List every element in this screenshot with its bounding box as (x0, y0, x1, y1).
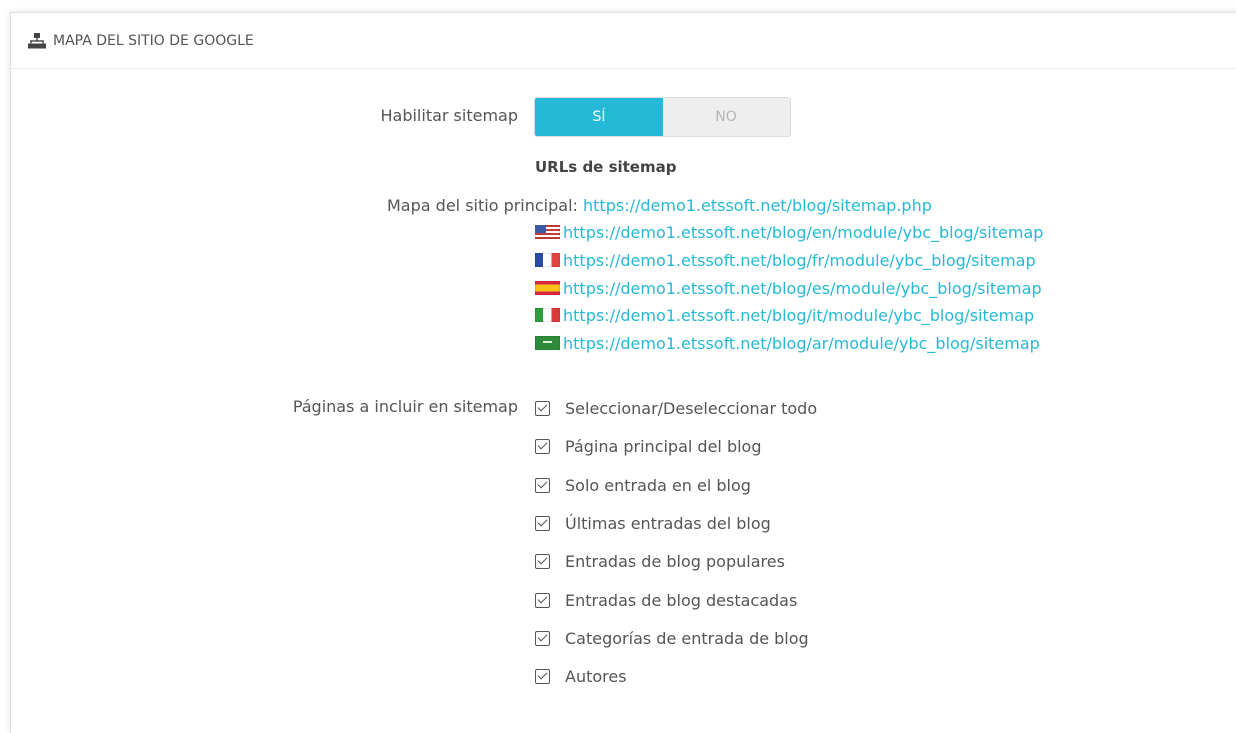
sitemap-link-fr[interactable]: https://demo1.etssoft.net/blog/fr/module… (563, 251, 1036, 270)
enable-sitemap-label: Habilitar sitemap (380, 106, 518, 125)
panel-heading: MAPA DEL SITIO DE GOOGLE (11, 13, 1236, 69)
option-label: Entradas de blog populares (565, 551, 785, 571)
sitemap-url-ar: https://demo1.etssoft.net/blog/ar/module… (535, 333, 1040, 353)
main-sitemap-label: Mapa del sitio principal: (387, 196, 578, 215)
checkbox-checked[interactable] (535, 553, 550, 569)
checkbox-checked[interactable] (535, 668, 550, 684)
option-featured-posts[interactable]: Entradas de blog destacadas (535, 589, 797, 611)
sitemap-icon (28, 33, 46, 49)
checkbox-checked[interactable] (535, 400, 550, 416)
switch-yes-option[interactable]: SÍ (535, 98, 663, 136)
option-label: Solo entrada en el blog (565, 475, 751, 495)
sitemap-url-es: https://demo1.etssoft.net/blog/es/module… (535, 278, 1042, 298)
checkbox-checked[interactable] (535, 592, 550, 608)
option-select-all[interactable]: Seleccionar/Deseleccionar todo (535, 397, 817, 419)
option-label: Página principal del blog (565, 436, 762, 456)
option-label: Autores (565, 666, 627, 686)
option-label: Seleccionar/Deseleccionar todo (565, 398, 818, 418)
option-single-post[interactable]: Solo entrada en el blog (535, 474, 751, 496)
it-flag-icon (535, 308, 560, 322)
switch-no-option[interactable]: NO (663, 98, 789, 136)
sitemap-link-ar[interactable]: https://demo1.etssoft.net/blog/ar/module… (563, 334, 1040, 353)
sitemap-link-es[interactable]: https://demo1.etssoft.net/blog/es/module… (563, 279, 1042, 298)
checkbox-checked[interactable] (535, 630, 550, 646)
us-flag-icon (535, 225, 560, 239)
option-popular-posts[interactable]: Entradas de blog populares (535, 550, 785, 572)
sitemap-urls-title: URLs de sitemap (535, 158, 677, 176)
checkbox-checked[interactable] (535, 438, 550, 454)
checkbox-checked[interactable] (535, 515, 550, 531)
sitemap-url-fr: https://demo1.etssoft.net/blog/fr/module… (535, 250, 1036, 270)
option-blog-home[interactable]: Página principal del blog (535, 435, 762, 457)
option-label: Entradas de blog destacadas (565, 590, 798, 610)
option-label: Últimas entradas del blog (565, 513, 771, 533)
sitemap-url-it: https://demo1.etssoft.net/blog/it/module… (535, 305, 1034, 325)
pages-include-label: Páginas a incluir en sitemap (292, 397, 518, 416)
option-authors[interactable]: Autores (535, 665, 627, 687)
option-label: Categorías de entrada de blog (565, 628, 809, 648)
main-sitemap-row: Mapa del sitio principal: https://demo1.… (387, 196, 932, 215)
main-sitemap-link[interactable]: https://demo1.etssoft.net/blog/sitemap.p… (583, 196, 932, 215)
sa-flag-icon (535, 336, 560, 350)
sitemap-link-en[interactable]: https://demo1.etssoft.net/blog/en/module… (563, 223, 1043, 242)
es-flag-icon (535, 281, 560, 295)
panel-title: MAPA DEL SITIO DE GOOGLE (53, 33, 254, 49)
option-post-categories[interactable]: Categorías de entrada de blog (535, 627, 809, 649)
sitemap-url-en: https://demo1.etssoft.net/blog/en/module… (535, 222, 1043, 242)
sitemap-link-it[interactable]: https://demo1.etssoft.net/blog/it/module… (563, 306, 1034, 325)
option-latest-posts[interactable]: Últimas entradas del blog (535, 512, 771, 534)
checkbox-checked[interactable] (535, 477, 550, 493)
enable-sitemap-switch: SÍ NO (534, 97, 791, 137)
fr-flag-icon (535, 253, 560, 267)
